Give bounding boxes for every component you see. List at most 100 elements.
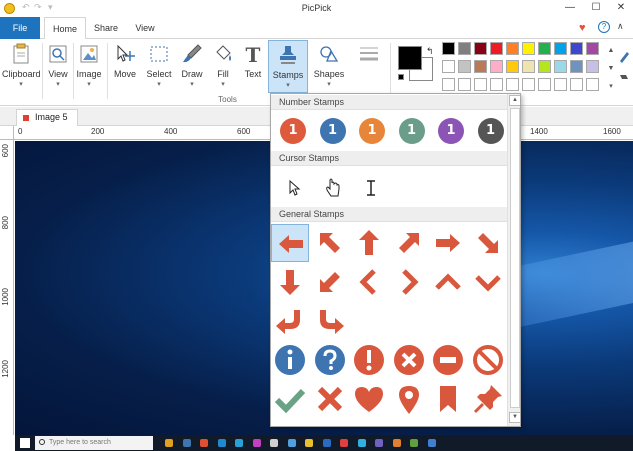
- move-button[interactable]: Move: [110, 43, 140, 79]
- image-button[interactable]: Image ▾: [75, 43, 103, 88]
- palette-swatch[interactable]: [474, 78, 487, 91]
- tab-view[interactable]: View: [128, 17, 162, 39]
- palette-swatch[interactable]: [490, 42, 503, 55]
- palette-swatch[interactable]: [554, 42, 567, 55]
- palette-swatch[interactable]: [474, 42, 487, 55]
- clipboard-button[interactable]: Clipboard ▾: [2, 43, 41, 88]
- palette-swatch[interactable]: [458, 42, 471, 55]
- palette-swatch[interactable]: [570, 78, 583, 91]
- number-stamp[interactable]: 1: [432, 112, 470, 150]
- down-right-arrow-stamp[interactable]: [469, 224, 507, 262]
- document-tab-image-5[interactable]: Image 5: [16, 109, 78, 126]
- chevron-up-icon[interactable]: ▲: [606, 42, 616, 60]
- palette-swatch[interactable]: [538, 42, 551, 55]
- palette-swatch[interactable]: [506, 42, 519, 55]
- bookmark-stamp[interactable]: [429, 380, 467, 418]
- chevron-up-stamp[interactable]: [429, 263, 467, 301]
- right-arrow-stamp[interactable]: [429, 224, 467, 262]
- palette-swatch[interactable]: [490, 78, 503, 91]
- palette-swatch[interactable]: [506, 78, 519, 91]
- palette-swatch[interactable]: [490, 60, 503, 73]
- tab-home[interactable]: Home: [44, 17, 86, 40]
- prohibited-stamp[interactable]: [469, 341, 507, 379]
- arrow-cursor-stamp[interactable]: [274, 169, 312, 207]
- cross-stamp[interactable]: [311, 380, 349, 418]
- fill-button[interactable]: Fill ▾: [209, 43, 237, 88]
- palette-swatch[interactable]: [586, 42, 599, 55]
- close-button[interactable]: ✕: [609, 0, 633, 17]
- minimize-button[interactable]: —: [558, 0, 582, 17]
- collapse-ribbon-icon[interactable]: ∧: [617, 21, 624, 32]
- palette-swatch[interactable]: [458, 60, 471, 73]
- reset-colors-icon[interactable]: [398, 74, 404, 80]
- stamp-icon: [280, 46, 296, 64]
- chevron-down-stamp[interactable]: [469, 263, 507, 301]
- select-button[interactable]: Select ▾: [144, 43, 174, 88]
- stamps-button[interactable]: Stamps ▾: [268, 40, 308, 93]
- minus-circle-stamp[interactable]: [429, 341, 467, 379]
- shapes-button[interactable]: Shapes ▾: [312, 43, 346, 88]
- view-button[interactable]: View ▾: [46, 43, 70, 88]
- maximize-button[interactable]: ☐: [584, 0, 608, 17]
- number-stamp[interactable]: 1: [353, 112, 391, 150]
- palette-swatch[interactable]: [538, 60, 551, 73]
- hand-cursor-stamp[interactable]: [313, 169, 351, 207]
- primary-color-swatch[interactable]: [398, 46, 422, 70]
- palette-swatch[interactable]: [570, 42, 583, 55]
- palette-swatch[interactable]: [442, 78, 455, 91]
- pushpin-stamp[interactable]: [469, 380, 507, 418]
- number-stamp[interactable]: 1: [472, 112, 510, 150]
- palette-expand-icon[interactable]: ▾: [606, 78, 616, 96]
- file-menu-button[interactable]: File: [0, 17, 40, 39]
- eyedropper-icon[interactable]: [617, 47, 631, 87]
- curved-right-arrow-stamp[interactable]: [311, 302, 349, 340]
- down-left-arrow-stamp[interactable]: [311, 263, 349, 301]
- up-left-arrow-stamp[interactable]: [311, 224, 349, 262]
- text-button[interactable]: T Text: [240, 43, 266, 79]
- palette-swatch[interactable]: [442, 42, 455, 55]
- down-arrow-stamp[interactable]: [271, 263, 309, 301]
- x-circle-stamp[interactable]: [390, 341, 428, 379]
- number-stamp[interactable]: 1: [274, 112, 312, 150]
- question-stamp[interactable]: [311, 341, 349, 379]
- palette-swatch[interactable]: [522, 78, 535, 91]
- palette-swatch[interactable]: [554, 60, 567, 73]
- scroll-thumb[interactable]: [510, 108, 520, 408]
- palette-swatch[interactable]: [522, 60, 535, 73]
- curved-left-arrow-stamp[interactable]: [271, 302, 309, 340]
- heart-stamp[interactable]: [350, 380, 388, 418]
- palette-swatch[interactable]: [538, 78, 551, 91]
- number-stamp[interactable]: 1: [314, 112, 352, 150]
- left-arrow-stamp[interactable]: [271, 224, 309, 262]
- exclamation-stamp[interactable]: [350, 341, 388, 379]
- palette-swatch[interactable]: [474, 60, 487, 73]
- heart-icon[interactable]: ♥: [579, 22, 586, 34]
- palette-swatch[interactable]: [570, 60, 583, 73]
- scroll-down-icon[interactable]: ▼: [509, 412, 520, 423]
- up-right-arrow-stamp[interactable]: [390, 224, 428, 262]
- help-icon[interactable]: ?: [598, 21, 610, 33]
- up-arrow-stamp[interactable]: [350, 224, 388, 262]
- ibeam-cursor-stamp[interactable]: [352, 169, 390, 207]
- palette-swatch[interactable]: [522, 42, 535, 55]
- info-stamp[interactable]: [271, 341, 309, 379]
- number-stamp[interactable]: 1: [393, 112, 431, 150]
- chevron-left-stamp[interactable]: [350, 263, 388, 301]
- tab-share[interactable]: Share: [88, 17, 124, 39]
- chevron-right-stamp[interactable]: [390, 263, 428, 301]
- swap-colors-icon[interactable]: ↰: [426, 46, 434, 57]
- chevron-down-icon[interactable]: ▼: [606, 60, 616, 78]
- checkmark-stamp[interactable]: [271, 380, 309, 418]
- palette-swatch[interactable]: [442, 60, 455, 73]
- palette-swatch[interactable]: [458, 78, 471, 91]
- stamps-panel-scrollbar[interactable]: ▲ ▼: [507, 94, 520, 426]
- palette-swatch[interactable]: [586, 78, 599, 91]
- palette-scroll[interactable]: ▲ ▼ ▾: [606, 42, 616, 97]
- scroll-up-icon[interactable]: ▲: [509, 95, 520, 106]
- palette-swatch[interactable]: [586, 60, 599, 73]
- line-style-button[interactable]: [355, 43, 383, 69]
- palette-swatch[interactable]: [554, 78, 567, 91]
- palette-swatch[interactable]: [506, 60, 519, 73]
- map-pin-stamp[interactable]: [390, 380, 428, 418]
- draw-button[interactable]: Draw ▾: [178, 43, 206, 88]
